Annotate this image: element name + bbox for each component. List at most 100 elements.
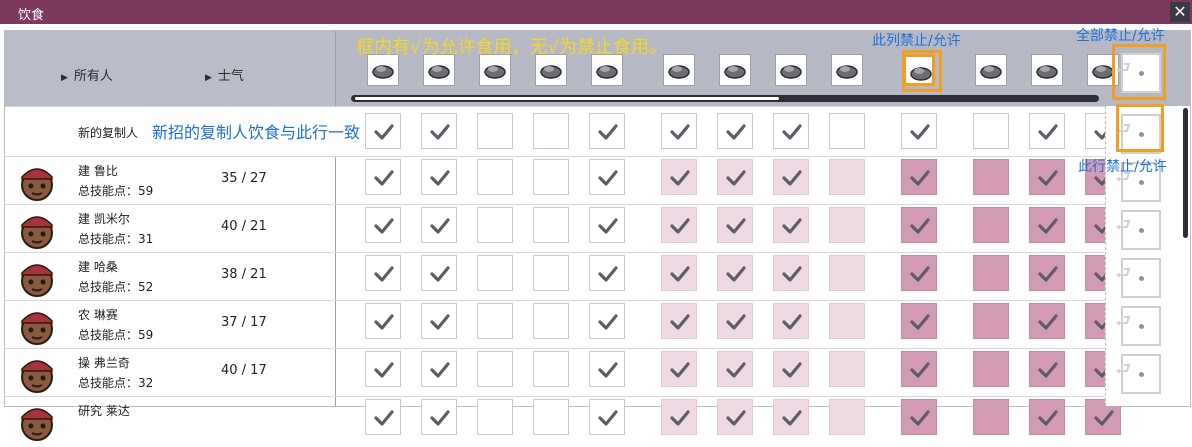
sort-by-name[interactable]: ▶ 所有人 bbox=[61, 65, 113, 84]
diet-checkbox[interactable] bbox=[829, 255, 865, 291]
diet-checkbox[interactable] bbox=[973, 399, 1009, 435]
diet-checkbox[interactable] bbox=[1029, 207, 1065, 243]
diet-checkbox[interactable] bbox=[365, 351, 401, 387]
diet-checkbox[interactable] bbox=[477, 207, 513, 243]
diet-checkbox[interactable] bbox=[773, 303, 809, 339]
diet-checkbox[interactable] bbox=[1029, 159, 1065, 195]
diet-checkbox[interactable] bbox=[533, 113, 569, 149]
diet-checkbox[interactable] bbox=[717, 255, 753, 291]
diet-checkbox[interactable] bbox=[589, 113, 625, 149]
pickled-meal-icon[interactable] bbox=[775, 54, 807, 86]
diet-checkbox[interactable] bbox=[829, 113, 865, 149]
diet-checkbox[interactable] bbox=[589, 399, 625, 435]
toggle-row-button[interactable]: ⮐ bbox=[1115, 210, 1161, 250]
diet-checkbox[interactable] bbox=[421, 113, 457, 149]
diet-checkbox[interactable] bbox=[829, 399, 865, 435]
diet-checkbox[interactable] bbox=[973, 255, 1009, 291]
diet-checkbox[interactable] bbox=[421, 399, 457, 435]
toggle-row-button[interactable]: ⮐ bbox=[1115, 306, 1161, 346]
bristle-berry-icon[interactable] bbox=[663, 54, 695, 86]
scrollbar-thumb[interactable] bbox=[355, 97, 779, 100]
diet-checkbox[interactable] bbox=[421, 255, 457, 291]
diet-checkbox[interactable] bbox=[973, 351, 1009, 387]
diet-checkbox[interactable] bbox=[661, 399, 697, 435]
diet-checkbox[interactable] bbox=[901, 113, 937, 149]
diet-checkbox[interactable] bbox=[365, 255, 401, 291]
diet-checkbox[interactable] bbox=[973, 113, 1009, 149]
diet-checkbox[interactable] bbox=[589, 255, 625, 291]
horizontal-scrollbar[interactable] bbox=[351, 95, 1099, 102]
close-icon[interactable]: ✕ bbox=[1170, 2, 1190, 22]
diet-checkbox[interactable] bbox=[365, 207, 401, 243]
diet-checkbox[interactable] bbox=[773, 351, 809, 387]
diet-checkbox[interactable] bbox=[589, 207, 625, 243]
diet-checkbox[interactable] bbox=[477, 351, 513, 387]
diet-checkbox[interactable] bbox=[717, 159, 753, 195]
diet-checkbox[interactable] bbox=[477, 113, 513, 149]
diet-checkbox[interactable] bbox=[829, 351, 865, 387]
diet-checkbox[interactable] bbox=[421, 351, 457, 387]
diet-checkbox[interactable] bbox=[661, 351, 697, 387]
frost-bun-icon[interactable] bbox=[719, 54, 751, 86]
diet-checkbox[interactable] bbox=[717, 303, 753, 339]
diet-checkbox[interactable] bbox=[717, 113, 753, 149]
diet-checkbox[interactable] bbox=[533, 207, 569, 243]
diet-checkbox[interactable] bbox=[365, 113, 401, 149]
diet-checkbox[interactable] bbox=[421, 207, 457, 243]
diet-checkbox[interactable] bbox=[1029, 113, 1065, 149]
diet-checkbox[interactable] bbox=[533, 351, 569, 387]
diet-checkbox[interactable] bbox=[901, 351, 937, 387]
vertical-scrollbar[interactable] bbox=[1182, 106, 1189, 406]
diet-checkbox[interactable] bbox=[773, 399, 809, 435]
diet-checkbox[interactable] bbox=[773, 255, 809, 291]
cooked-meat-icon[interactable] bbox=[831, 54, 863, 86]
diet-checkbox[interactable] bbox=[477, 159, 513, 195]
vscroll-thumb[interactable] bbox=[1183, 108, 1188, 238]
diet-checkbox[interactable] bbox=[365, 399, 401, 435]
diet-checkbox[interactable] bbox=[973, 159, 1009, 195]
diet-checkbox[interactable] bbox=[1029, 399, 1065, 435]
diet-checkbox[interactable] bbox=[901, 207, 937, 243]
diet-checkbox[interactable] bbox=[421, 159, 457, 195]
diet-checkbox[interactable] bbox=[533, 159, 569, 195]
diet-checkbox[interactable] bbox=[717, 207, 753, 243]
diet-checkbox[interactable] bbox=[973, 207, 1009, 243]
diet-checkbox[interactable] bbox=[533, 303, 569, 339]
diet-checkbox[interactable] bbox=[717, 351, 753, 387]
diet-checkbox[interactable] bbox=[901, 159, 937, 195]
diet-checkbox[interactable] bbox=[661, 159, 697, 195]
toggle-row-button[interactable]: ⮐ bbox=[1115, 354, 1161, 394]
diet-checkbox[interactable] bbox=[1029, 351, 1065, 387]
diet-checkbox[interactable] bbox=[365, 159, 401, 195]
diet-checkbox[interactable] bbox=[1029, 303, 1065, 339]
diet-checkbox[interactable] bbox=[365, 303, 401, 339]
diet-checkbox[interactable] bbox=[973, 303, 1009, 339]
diet-checkbox[interactable] bbox=[1029, 255, 1065, 291]
diet-checkbox[interactable] bbox=[661, 255, 697, 291]
sort-by-morale[interactable]: ▶ 士气 bbox=[205, 65, 244, 84]
diet-checkbox[interactable] bbox=[773, 159, 809, 195]
grubfruit-icon[interactable] bbox=[975, 54, 1007, 86]
diet-checkbox[interactable] bbox=[477, 255, 513, 291]
diet-checkbox[interactable] bbox=[901, 255, 937, 291]
diet-checkbox[interactable] bbox=[533, 399, 569, 435]
diet-checkbox[interactable] bbox=[589, 351, 625, 387]
diet-checkbox[interactable] bbox=[533, 255, 569, 291]
diet-checkbox[interactable] bbox=[829, 303, 865, 339]
diet-checkbox[interactable] bbox=[661, 113, 697, 149]
diet-checkbox[interactable] bbox=[717, 399, 753, 435]
diet-checkbox[interactable] bbox=[477, 399, 513, 435]
diet-checkbox[interactable] bbox=[589, 159, 625, 195]
diet-checkbox[interactable] bbox=[589, 303, 625, 339]
diet-checkbox[interactable] bbox=[901, 399, 937, 435]
diet-checkbox[interactable] bbox=[773, 113, 809, 149]
toggle-row-button[interactable]: ⮐ bbox=[1115, 258, 1161, 298]
diet-checkbox[interactable] bbox=[661, 303, 697, 339]
diet-checkbox[interactable] bbox=[477, 303, 513, 339]
diet-checkbox[interactable] bbox=[901, 303, 937, 339]
diet-checkbox[interactable] bbox=[661, 207, 697, 243]
diet-checkbox[interactable] bbox=[829, 207, 865, 243]
diet-checkbox[interactable] bbox=[421, 303, 457, 339]
diet-checkbox[interactable] bbox=[773, 207, 809, 243]
diet-checkbox[interactable] bbox=[829, 159, 865, 195]
